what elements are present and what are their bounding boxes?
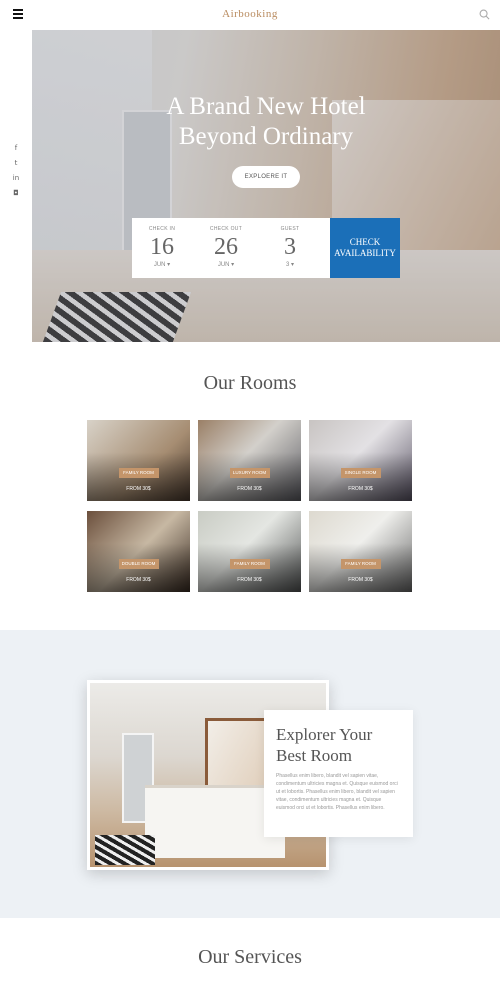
- guest-count-select[interactable]: 3 ▾: [260, 261, 320, 268]
- room-card-single[interactable]: SINGLE ROOM FROM 30$: [309, 420, 412, 501]
- room-price: FROM 30$: [237, 486, 262, 492]
- room-card-luxury[interactable]: LUXURY ROOM FROM 30$: [198, 420, 301, 501]
- rooms-section-title: Our Rooms: [203, 372, 297, 394]
- site-header: Airbooking: [0, 0, 500, 30]
- check-in-field[interactable]: CHECK IN 16 JUN ▾: [132, 218, 192, 278]
- search-icon[interactable]: [479, 9, 490, 20]
- hero-title: A Brand New Hotel Beyond Ordinary: [32, 92, 500, 152]
- room-card-family-3[interactable]: FAMILY ROOM FROM 30$: [309, 511, 412, 592]
- explorer-title-line2: Best Room: [276, 746, 353, 765]
- guest-label: GUEST: [280, 226, 300, 232]
- room-type-badge: LUXURY ROOM: [229, 468, 270, 478]
- guest-field[interactable]: GUEST 3 3 ▾: [260, 218, 320, 278]
- check-in-month-select[interactable]: JUN ▾: [132, 261, 192, 268]
- explorer-title: Explorer Your Best Room: [276, 724, 401, 766]
- explorer-description: Phasellus enim libero, blandit vel sapie…: [276, 773, 398, 811]
- room-price: FROM 30$: [126, 577, 151, 583]
- twitter-icon[interactable]: t: [12, 159, 20, 167]
- check-in-label: CHECK IN: [148, 226, 176, 232]
- room-type-badge: FAMILY ROOM: [229, 559, 270, 569]
- room-price: FROM 30$: [126, 486, 151, 492]
- room-price: FROM 30$: [348, 577, 373, 583]
- check-out-field[interactable]: CHECK OUT 26 JUN ▾: [196, 218, 256, 278]
- check-availability-line2: AVAILABILITY: [334, 248, 396, 258]
- check-out-day: 26: [214, 234, 238, 260]
- explorer-card: Explorer Your Best Room Phasellus enim l…: [264, 710, 413, 837]
- booking-form: CHECK IN 16 JUN ▾ CHECK OUT 26 JUN ▾ GUE…: [132, 218, 331, 278]
- room-card-double[interactable]: DOUBLE ROOM FROM 30$: [87, 511, 190, 592]
- linkedin-icon[interactable]: in: [12, 174, 20, 182]
- explore-button[interactable]: EXPLOERE IT: [232, 166, 300, 188]
- room-card-family-2[interactable]: FAMILY ROOM FROM 30$: [198, 511, 301, 592]
- photo-rug: [95, 835, 155, 865]
- room-type-badge: FAMILY ROOM: [118, 468, 159, 478]
- room-price: FROM 30$: [348, 486, 373, 492]
- hero-banner: A Brand New Hotel Beyond Ordinary EXPLOE…: [32, 30, 500, 342]
- explorer-title-line1: Explorer Your: [276, 725, 373, 744]
- room-type-badge: SINGLE ROOM: [340, 468, 381, 478]
- site-logo[interactable]: Airbooking: [0, 8, 500, 20]
- room-card-family-1[interactable]: FAMILY ROOM FROM 30$: [87, 420, 190, 501]
- room-type-badge: FAMILY ROOM: [340, 559, 381, 569]
- guest-count: 3: [284, 234, 296, 260]
- hero-title-line2: Beyond Ordinary: [178, 123, 354, 150]
- check-out-label: CHECK OUT: [209, 226, 243, 232]
- instagram-icon[interactable]: ◘: [12, 189, 20, 197]
- check-in-day: 16: [150, 234, 174, 260]
- check-out-month-select[interactable]: JUN ▾: [196, 261, 256, 268]
- services-section-title: Our Services: [198, 946, 302, 968]
- facebook-icon[interactable]: f: [12, 144, 20, 152]
- room-price: FROM 30$: [237, 577, 262, 583]
- social-links: f t in ◘: [12, 144, 20, 204]
- hero-title-line1: A Brand New Hotel: [166, 93, 366, 120]
- check-availability-button[interactable]: CHECK AVAILABILITY: [330, 218, 400, 278]
- room-type-badge: DOUBLE ROOM: [118, 559, 159, 569]
- check-availability-line1: CHECK: [349, 237, 381, 247]
